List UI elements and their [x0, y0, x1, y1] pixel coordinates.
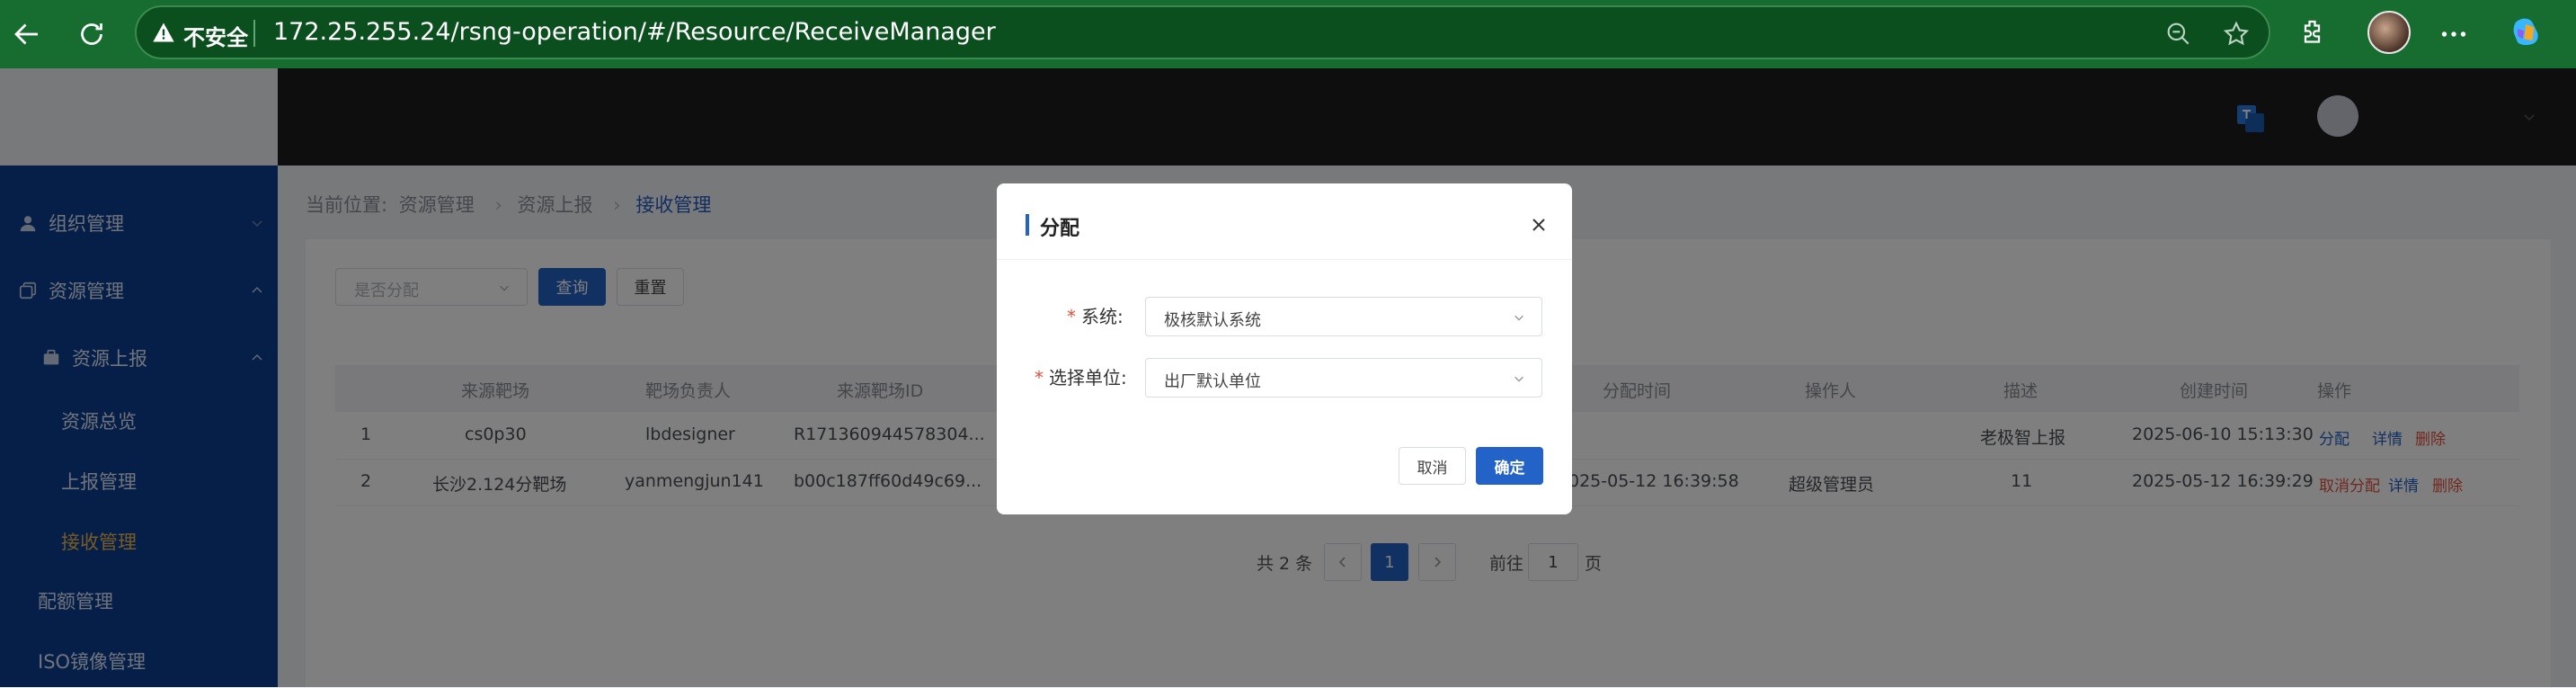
- back-arrow-icon[interactable]: [7, 14, 47, 54]
- not-secure-label[interactable]: 不安全: [183, 20, 248, 51]
- unit-select-value: 出厂默认单位: [1164, 372, 1261, 391]
- chevron-down-icon: [1515, 315, 1523, 321]
- copilot-icon[interactable]: [2508, 13, 2547, 52]
- unit-label-text: 选择单位:: [1049, 367, 1127, 389]
- required-mark: *: [1035, 367, 1044, 389]
- refresh-icon[interactable]: [72, 14, 111, 54]
- warning-icon: [153, 22, 174, 42]
- more-options-icon[interactable]: [2438, 18, 2470, 50]
- zoom-out-icon[interactable]: [2164, 20, 2193, 49]
- system-select[interactable]: 极核默认系统: [1145, 297, 1542, 336]
- chevron-down-icon: [1515, 376, 1523, 382]
- system-select-value: 极核默认系统: [1164, 311, 1261, 330]
- required-mark: *: [1067, 306, 1076, 327]
- system-field-label: * 系统:: [1067, 302, 1124, 328]
- profile-avatar[interactable]: [2367, 11, 2411, 54]
- favorite-star-icon[interactable]: [2222, 20, 2251, 49]
- browser-toolbar: 不安全 172.25.255.24/rsng-operation/#/Resou…: [0, 0, 2576, 68]
- address-divider: [253, 20, 255, 47]
- cancel-button[interactable]: 取消: [1399, 447, 1466, 485]
- title-accent-bar: [1026, 214, 1029, 236]
- url-text[interactable]: 172.25.255.24/rsng-operation/#/Resource/…: [273, 18, 996, 46]
- extensions-icon[interactable]: [2297, 16, 2330, 49]
- dialog-title: 分配: [1040, 218, 1080, 240]
- assign-dialog: 分配 * 系统: 极核默认系统 * 选择单位: 出厂默认单位 取消 确定: [997, 183, 1572, 514]
- address-bar[interactable]: 不安全 172.25.255.24/rsng-operation/#/Resou…: [135, 5, 2270, 59]
- unit-field-label: * 选择单位:: [1035, 363, 1127, 389]
- unit-select[interactable]: 出厂默认单位: [1145, 358, 1542, 398]
- confirm-button[interactable]: 确定: [1476, 447, 1543, 485]
- system-label-text: 系统:: [1081, 306, 1124, 327]
- dialog-divider: [997, 259, 1572, 260]
- close-icon[interactable]: [1528, 214, 1550, 236]
